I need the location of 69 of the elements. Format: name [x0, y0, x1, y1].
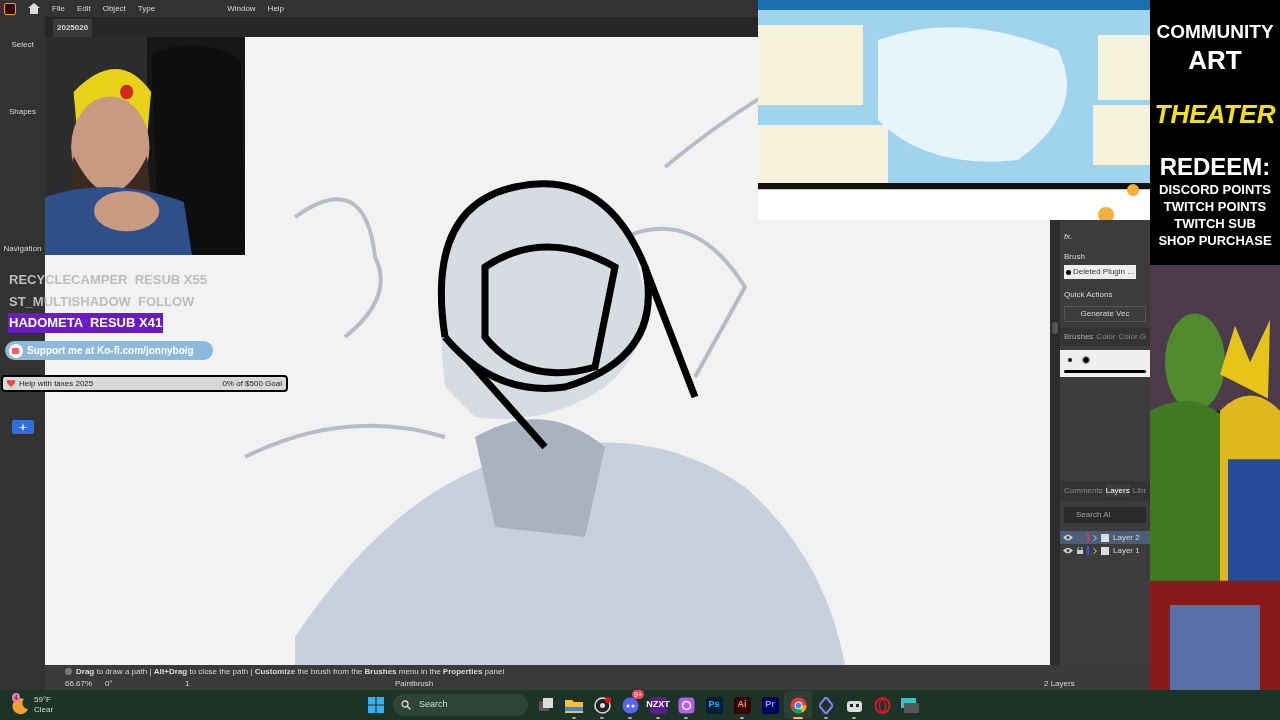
app-icon[interactable]: Ai	[733, 696, 751, 714]
layer-name: Layer 1	[1113, 544, 1140, 557]
tool-section-label: Shapes	[8, 106, 37, 118]
taskbar-item[interactable]: NZXT	[644, 691, 672, 719]
menu-item[interactable]: Window	[227, 2, 256, 15]
menu-item[interactable]: File	[52, 2, 65, 15]
promo-option: TWITCH POINTS	[1163, 200, 1267, 213]
panel-tab[interactable]: Comments	[1064, 485, 1103, 497]
section-title: Quick Actions	[1063, 289, 1114, 301]
diamond-icon[interactable]	[819, 696, 833, 714]
panel-tab[interactable]: Layers	[1105, 485, 1130, 497]
task-view-icon[interactable]	[538, 697, 554, 713]
layer-name: Layer 2	[1113, 531, 1140, 544]
promo-option: SHOP PURCHASE	[1158, 234, 1272, 247]
brush-dropdown[interactable]: Deleted Plugin ...	[1064, 265, 1136, 279]
panel-tab[interactable]: Brushes	[1064, 331, 1094, 343]
tool-section-label: Select	[11, 39, 34, 51]
promo-heading: REDEEM:	[1159, 155, 1271, 179]
weather-temperature: 59°F	[34, 695, 52, 705]
folder-icon[interactable]	[565, 697, 583, 713]
promo-title: COMMUNITY	[1156, 22, 1274, 41]
menu-item[interactable]: Object	[102, 2, 126, 15]
eye-icon[interactable]	[1063, 534, 1073, 541]
promo-highlight: THEATER	[1154, 101, 1276, 127]
current-tool: Paintbrush	[395, 678, 434, 690]
layer-count: 2 Layers	[1044, 678, 1076, 690]
chat-bubble-icon[interactable]	[621, 696, 639, 714]
menu-item[interactable]: Edit	[76, 2, 91, 15]
help-icon	[65, 668, 72, 675]
weather-condition: Clear	[34, 705, 54, 715]
lock-icon[interactable]	[1077, 547, 1083, 554]
status-hint: Drag to draw a path | Alt+Drag to close the path | Customize the brush from the Brushes menu in the Properties panel	[76, 665, 505, 678]
heart-icon	[7, 380, 15, 387]
field-label: Brush	[1064, 251, 1085, 263]
search-icon	[401, 700, 411, 710]
message-icon[interactable]	[901, 697, 919, 713]
moon-icon	[10, 695, 30, 715]
taskbar-item[interactable]: Pr	[756, 691, 784, 719]
layer-row[interactable]: Layer 2	[1060, 531, 1150, 544]
eye-icon[interactable]	[1063, 547, 1073, 554]
panel-tab[interactable]: Libr	[1132, 485, 1147, 497]
taskbar-item[interactable]	[784, 691, 812, 719]
promo-option: DISCORD POINTS	[1159, 183, 1271, 196]
document-tab[interactable]: 2025020	[53, 19, 93, 37]
panel-tab[interactable]: Color G	[1118, 331, 1147, 343]
panel-tab[interactable]: Color	[1096, 331, 1116, 343]
tool-section-label: Navigation	[3, 243, 42, 255]
generate-button[interactable]: Generate Vec	[1064, 306, 1146, 322]
search-field[interactable]: Search Al	[1064, 507, 1146, 523]
rotation-dropdown[interactable]: 0°	[105, 678, 165, 690]
scrollbar-thumb[interactable]	[1052, 322, 1058, 334]
menu-item[interactable]: Type	[137, 2, 156, 15]
home-icon[interactable]	[28, 3, 40, 14]
taskbar-item[interactable]: Ai	[728, 691, 756, 719]
promo-option: TWITCH SUB	[1174, 217, 1256, 230]
taskbar-search[interactable]: Search	[393, 694, 528, 716]
fx-icon[interactable]: fx.	[1060, 231, 1150, 243]
artboard-dropdown[interactable]: 1	[185, 678, 285, 690]
app-icon[interactable]: Pr	[761, 696, 779, 714]
promo-title: ART	[1188, 47, 1242, 73]
browser-icon[interactable]	[789, 696, 807, 714]
menu-item[interactable]: Help	[267, 2, 285, 15]
app-logo-icon	[4, 2, 16, 15]
zoom-dropdown[interactable]: 66.67%	[65, 678, 105, 690]
record-icon[interactable]	[593, 696, 611, 714]
ring-icon[interactable]	[873, 696, 891, 714]
layer-row[interactable]: Layer 1	[1060, 544, 1150, 557]
app-icon[interactable]: Ps	[705, 696, 723, 714]
taskbar-item[interactable]: Ps	[700, 691, 728, 719]
